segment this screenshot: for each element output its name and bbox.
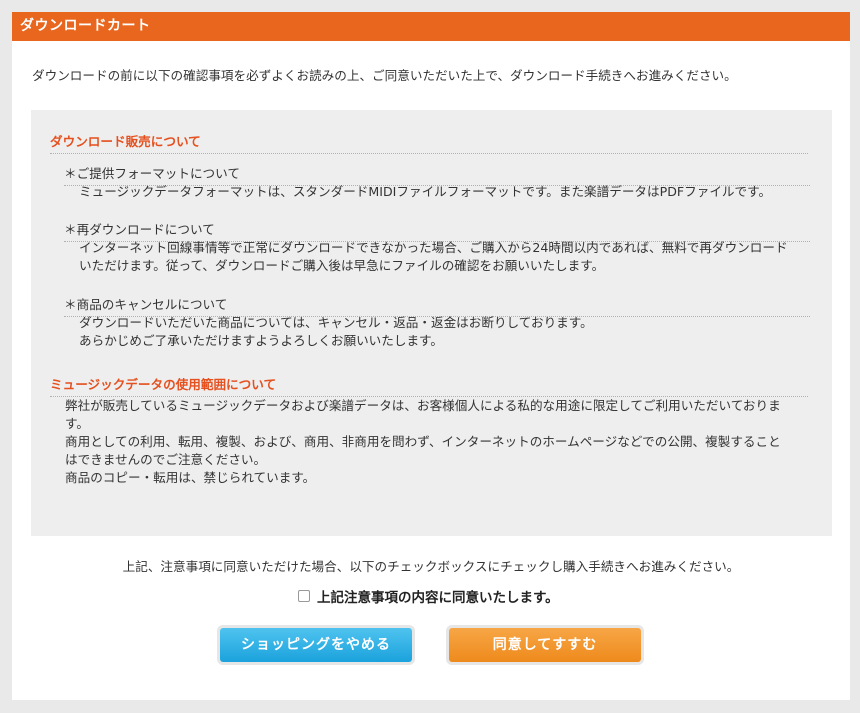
page-title: ダウンロードカート [12,12,850,41]
agree-checkbox-row[interactable]: 上記注意事項の内容に同意いたします。 [298,586,559,606]
notice-box: ダウンロード販売について ＊ご提供フォーマットについて ミュージックデータフォー… [31,110,832,536]
item-body-cancel: ダウンロードいただいた商品については、キャンセル・返品・返金はお断りしております… [79,314,814,350]
agree-label: 上記注意事項の内容に同意いたします。 [317,590,559,606]
section-title-usage: ミュージックデータの使用範囲について [50,374,808,397]
instruction-text: 上記、注意事項に同意いただけた場合、以下のチェックボックスにチェックし購入手続き… [122,559,740,574]
usage-line: 商用としての利用、転用、複製、および、商用、非商用を問わず、インターネットのホー… [65,434,781,449]
usage-body: 弊社が販売しているミュージックデータおよび楽譜データは、お客様個人による私的な用… [65,397,817,487]
item-line: インターネット回線事情等で正常にダウンロードできなかった場合、ご購入から24時間… [79,240,788,255]
section-title-sales: ダウンロード販売について [50,131,808,154]
usage-line: 弊社が販売しているミュージックデータおよび楽譜データは、お客様個人による私的な用… [65,398,781,413]
download-cart-panel: ダウンロードカート ダウンロードの前に以下の確認事項を必ずよくお読みの上、ご同意… [12,12,850,700]
item-body-format: ミュージックデータフォーマットは、スタンダードMIDIファイルフォーマットです。… [79,183,814,201]
stop-shopping-button[interactable]: ショッピングをやめる [220,628,412,662]
usage-line: す。 [65,416,89,431]
agree-checkbox[interactable] [298,590,310,602]
usage-line: はできませんのでご注意ください。 [65,452,267,467]
agree-proceed-button[interactable]: 同意してすすむ [449,628,641,662]
item-line: いただけます。従って、ダウンロードご購入後は早急にファイルの確認をお願いいたしま… [79,258,605,273]
item-line: ミュージックデータフォーマットは、スタンダードMIDIファイルフォーマットです。… [79,184,772,199]
intro-text: ダウンロードの前に以下の確認事項を必ずよくお読みの上、ご同意いただいた上で、ダウ… [32,68,737,83]
item-line: あらかじめご了承いただけますようよろしくお願いいたします。 [79,333,443,348]
item-line: ダウンロードいただいた商品については、キャンセル・返品・返金はお断りしております… [79,315,593,330]
usage-line: 商品のコピー・転用は、禁じられています。 [65,470,316,485]
item-body-redownload: インターネット回線事情等で正常にダウンロードできなかった場合、ご購入から24時間… [79,239,814,275]
